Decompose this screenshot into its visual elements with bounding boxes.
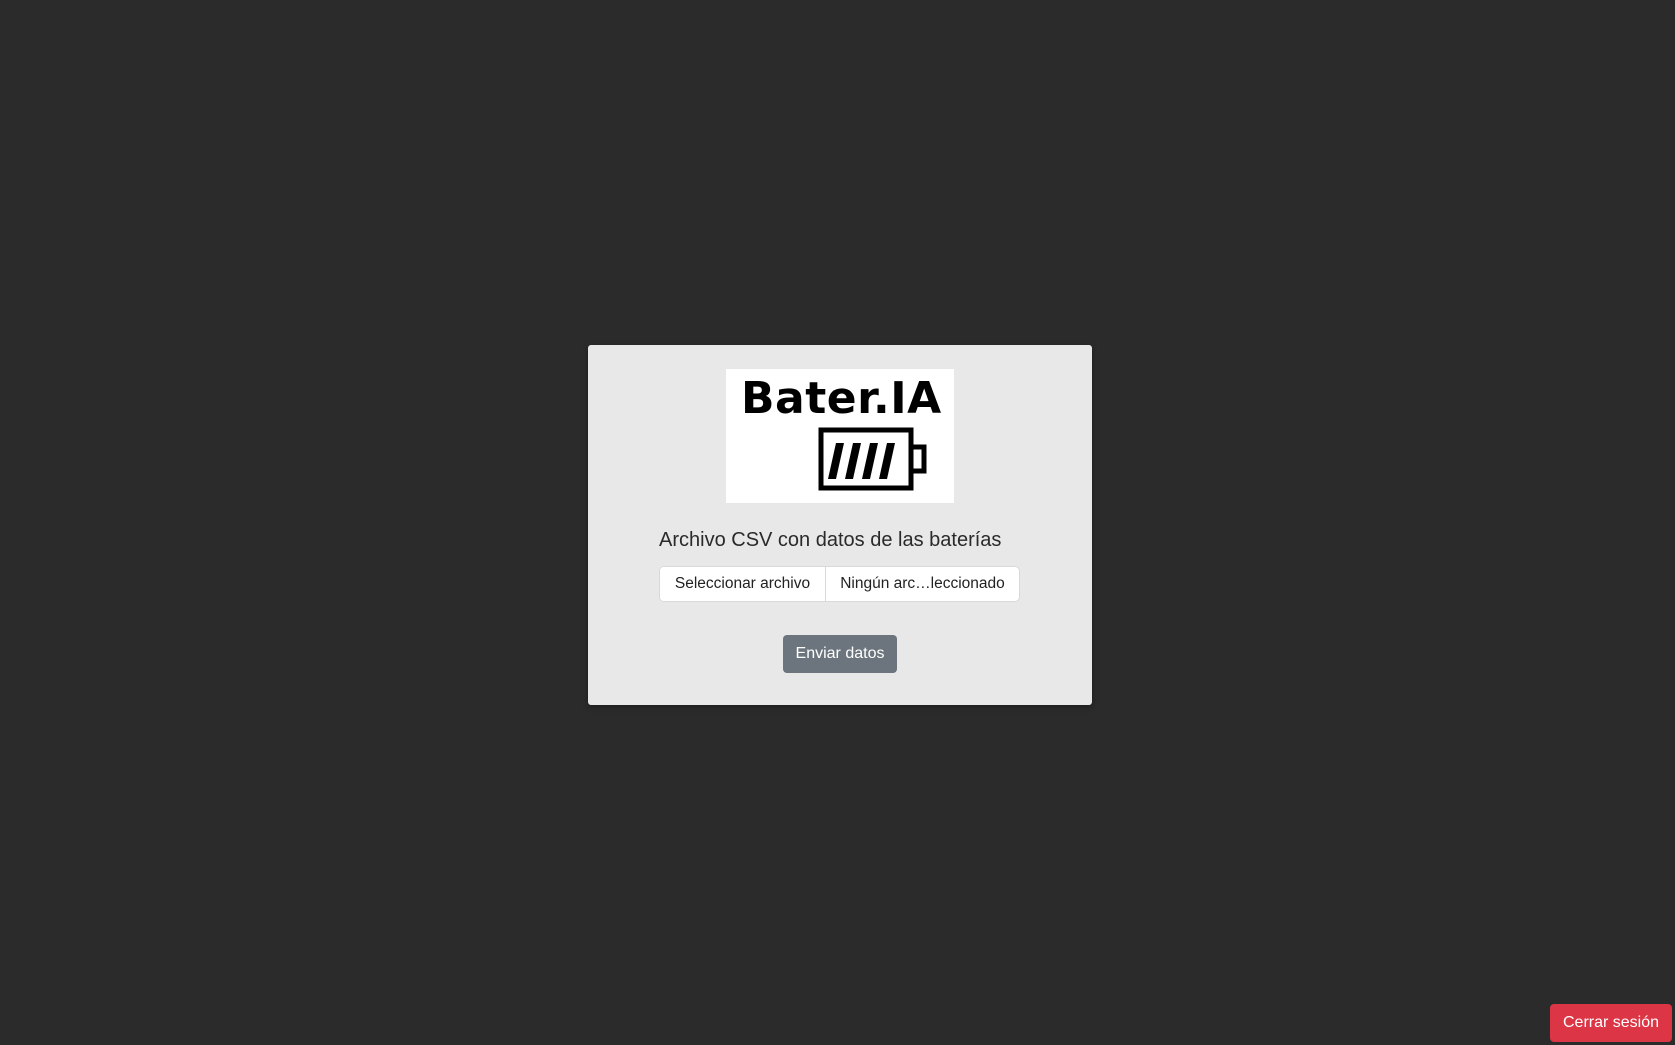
file-status-text: Ningún arc…leccionado [840,575,1005,592]
logo-text: Bater.IA [741,373,942,424]
upload-card: Bater.IA Archivo CSV con datos de las ba… [588,345,1092,705]
submit-data-button[interactable]: Enviar datos [783,635,897,673]
csv-file-input[interactable]: Seleccionar archivo Ningún arc…leccionad… [659,566,1020,602]
battery-icon [818,427,927,491]
csv-file-label: Archivo CSV con datos de las baterías [659,529,1002,551]
logo: Bater.IA [726,369,954,503]
logout-button[interactable]: Cerrar sesión [1550,1004,1672,1042]
select-file-button[interactable]: Seleccionar archivo [660,567,826,601]
